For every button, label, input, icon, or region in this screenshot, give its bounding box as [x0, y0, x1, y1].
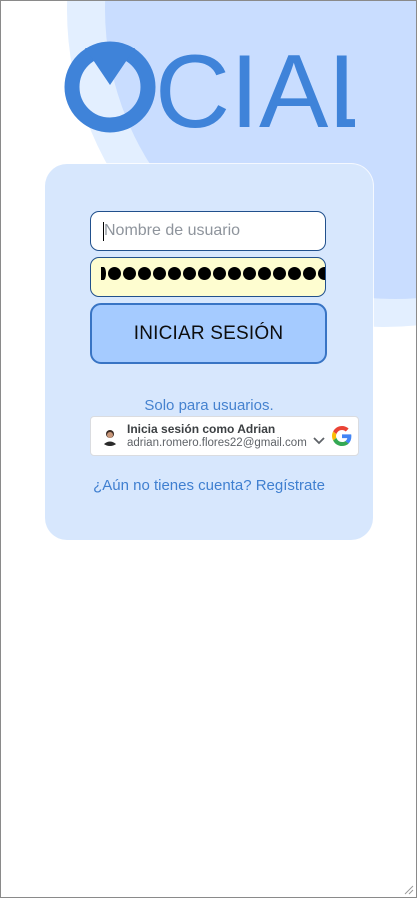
password-dot: [183, 267, 196, 280]
password-dot: [243, 267, 256, 280]
password-dot: [228, 267, 241, 280]
google-account-title: Inicia sesión como Adrian: [127, 422, 276, 436]
password-dot: [101, 267, 106, 280]
resize-handle-icon[interactable]: [402, 883, 414, 895]
password-dot: [318, 267, 325, 280]
password-dot: [273, 267, 286, 280]
login-button[interactable]: INICIAR SESIÓN: [90, 303, 327, 364]
text-caret: [103, 222, 104, 241]
password-dot: [258, 267, 271, 280]
google-logo-icon: [332, 426, 352, 446]
password-dot: [108, 267, 121, 280]
username-input[interactable]: [90, 211, 326, 251]
password-dot: [198, 267, 211, 280]
app-frame: CIAL INICIAR SESIÓN Solo para usuarios. …: [0, 0, 417, 898]
password-dot: [168, 267, 181, 280]
chevron-down-icon[interactable]: [313, 437, 325, 445]
password-dot: [303, 267, 316, 280]
password-dot: [138, 267, 151, 280]
google-signin-button[interactable]: Inicia sesión como Adrian adrian.romero.…: [90, 416, 359, 456]
app-logo: CIAL: [64, 41, 355, 133]
google-account-email: adrian.romero.flores22@gmail.com: [127, 437, 307, 449]
password-input[interactable]: [90, 257, 326, 297]
password-dot: [153, 267, 166, 280]
password-dot: [123, 267, 136, 280]
logo-text: CIAL: [155, 41, 355, 133]
register-link[interactable]: ¿Aún no tienes cuenta? Regístrate: [45, 477, 373, 494]
password-dot: [213, 267, 226, 280]
password-mask: [101, 267, 325, 280]
avatar: [100, 426, 120, 446]
users-only-caption: Solo para usuarios.: [144, 397, 274, 414]
logo-o-icon: [64, 41, 156, 133]
password-dot: [288, 267, 301, 280]
